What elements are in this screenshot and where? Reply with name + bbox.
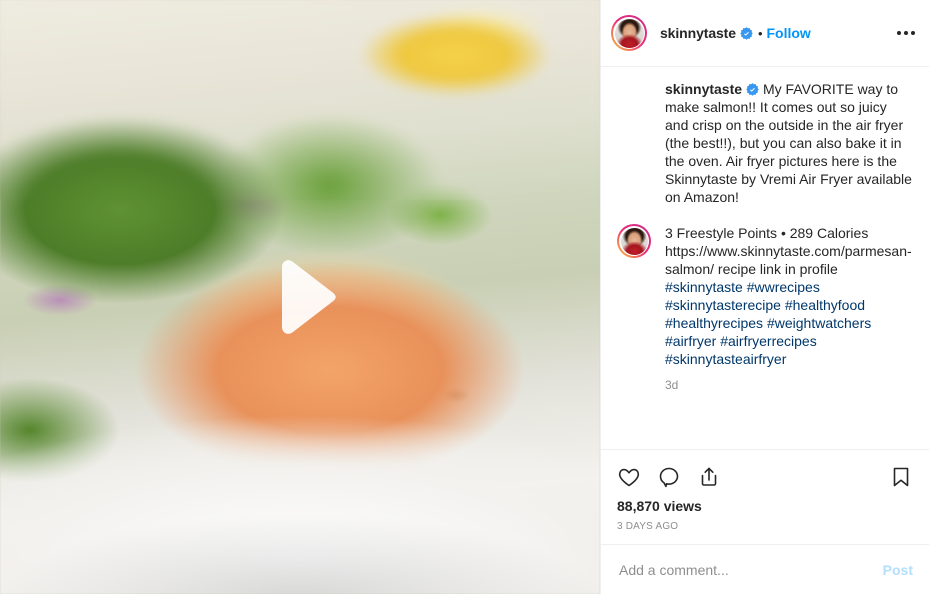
follow-button[interactable]: Follow	[767, 25, 811, 41]
comment-bubble-icon[interactable]	[657, 465, 681, 489]
heart-icon[interactable]	[617, 465, 641, 489]
caption-body: My FAVORITE way to make salmon!! It come…	[665, 81, 912, 205]
comment-timestamp: 3d	[665, 378, 679, 392]
post-sidebar: skinnytaste • Follow skinnytaste My FAVO	[600, 0, 929, 594]
play-icon[interactable]	[252, 249, 348, 345]
more-options-icon[interactable]	[895, 25, 917, 41]
commenter-avatar[interactable]	[617, 224, 651, 258]
hashtag-line[interactable]: #skinnytaste #wwrecipes	[665, 278, 913, 296]
avatar-inner	[613, 17, 645, 49]
avatar-image	[620, 227, 648, 255]
hashtag-line[interactable]: #airfryer #airfryerrecipes	[665, 332, 913, 350]
add-comment-bar: Post	[601, 544, 929, 594]
post-comment-button[interactable]: Post	[883, 562, 913, 578]
more-dot	[904, 31, 908, 35]
verified-badge-icon	[740, 26, 753, 40]
avatar-image	[614, 18, 644, 48]
view-count: 88,870 views	[617, 498, 702, 514]
post-timestamp: 3 DAYS AGO	[617, 521, 679, 532]
post-media[interactable]	[0, 0, 600, 594]
post-actions-section: 88,870 views 3 DAYS AGO	[601, 449, 929, 544]
more-dot	[911, 31, 915, 35]
hashtag-line[interactable]: #skinnytasteairfryer	[665, 350, 913, 368]
comment-body-text: 3 Freestyle Points • 289 Calories https:…	[665, 225, 912, 277]
verified-badge-icon	[746, 83, 759, 96]
instagram-post: skinnytaste • Follow skinnytaste My FAVO	[0, 0, 929, 594]
comment-block: 3 Freestyle Points • 289 Calories https:…	[617, 224, 913, 368]
hashtag-line[interactable]: #healthyrecipes #weightwatchers	[665, 314, 913, 332]
comment-hashtags[interactable]: #skinnytaste #wwrecipes #skinnytastereci…	[665, 278, 913, 368]
header-username[interactable]: skinnytaste	[660, 25, 736, 41]
share-icon[interactable]	[697, 465, 721, 489]
comment-input[interactable]	[617, 560, 875, 579]
more-dot	[897, 31, 901, 35]
post-actions	[617, 458, 913, 496]
comment-text: 3 Freestyle Points • 289 Calories https:…	[665, 224, 913, 368]
avatar-inner	[619, 226, 649, 256]
comment-content: 3 Freestyle Points • 289 Calories https:…	[665, 224, 913, 368]
bookmark-icon[interactable]	[889, 465, 913, 489]
profile-avatar[interactable]	[611, 15, 647, 51]
post-body: skinnytaste My FAVORITE way to make salm…	[601, 67, 929, 449]
caption-block: skinnytaste My FAVORITE way to make salm…	[617, 81, 913, 206]
post-header: skinnytaste • Follow	[601, 0, 929, 67]
header-separator: •	[757, 25, 763, 41]
caption-text: skinnytaste My FAVORITE way to make salm…	[617, 80, 913, 206]
hashtag-line[interactable]: #skinnytasterecipe #healthyfood	[665, 296, 913, 314]
caption-username[interactable]: skinnytaste	[665, 81, 742, 97]
